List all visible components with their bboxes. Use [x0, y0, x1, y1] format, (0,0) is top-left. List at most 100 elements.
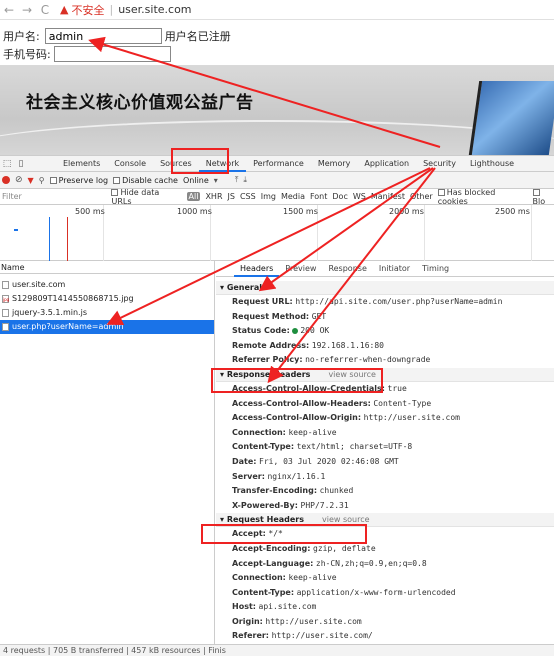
- request-item[interactable]: jpg S129809T1414550868715.jpg: [0, 292, 214, 306]
- has-blocked-cookies-checkbox[interactable]: Has blocked cookies: [437, 187, 528, 206]
- header-row: Access-Control-Allow-Origin: http://user…: [216, 411, 554, 426]
- chevron-down-icon[interactable]: ▾: [214, 176, 218, 185]
- header-key: Accept-Encoding:: [232, 543, 311, 553]
- filter-input[interactable]: Filter: [2, 192, 106, 201]
- username-input[interactable]: [44, 28, 162, 44]
- general-section-header[interactable]: ▾ General: [216, 281, 554, 295]
- type-filter-ws[interactable]: WS: [353, 192, 366, 201]
- header-value: http://user.site.com: [265, 616, 362, 626]
- disable-cache-checkbox[interactable]: Disable cache: [113, 176, 178, 185]
- preserve-log-checkbox[interactable]: Preserve log: [49, 176, 108, 185]
- blocked-requests-checkbox[interactable]: Blo: [532, 188, 554, 206]
- phone-input[interactable]: [53, 46, 171, 62]
- type-filter-media[interactable]: Media: [281, 192, 305, 201]
- insecure-label[interactable]: 不安全: [71, 2, 104, 18]
- record-icon[interactable]: [2, 176, 10, 184]
- document-file-icon: [2, 323, 9, 331]
- tab-console[interactable]: Console: [107, 156, 153, 172]
- tab-preview[interactable]: Preview: [279, 261, 322, 277]
- tab-lighthouse[interactable]: Lighthouse: [463, 156, 521, 172]
- header-key: Accept-Language:: [232, 558, 314, 568]
- header-value: keep-alive: [288, 427, 337, 437]
- filter-icon[interactable]: ▼: [28, 176, 34, 185]
- header-value: chunked: [319, 486, 354, 496]
- type-filter-font[interactable]: Font: [310, 192, 327, 201]
- header-value: keep-alive: [288, 573, 337, 583]
- throttle-select[interactable]: Online: [183, 176, 209, 185]
- header-value: nginx/1.16.1: [267, 471, 326, 481]
- address-bar: ← → C ▲ 不安全 | user.site.com: [0, 0, 554, 20]
- header-row: Referer: http://user.site.com/: [216, 629, 554, 644]
- header-row: Referrer Policy: no-referrer-when-downgr…: [216, 353, 554, 368]
- type-filter-img[interactable]: Img: [261, 192, 276, 201]
- header-value: no-referrer-when-downgrade: [305, 355, 431, 365]
- has-blocked-cookies-label: Has blocked cookies: [437, 187, 496, 206]
- network-timeline[interactable]: 500 ms 1000 ms 1500 ms 2000 ms 2500 ms: [0, 205, 554, 261]
- header-row: Status Code: 200 OK: [216, 324, 554, 339]
- request-item[interactable]: user.site.com: [0, 278, 214, 292]
- type-filter-css[interactable]: CSS: [240, 192, 256, 201]
- tab-security[interactable]: Security: [416, 156, 463, 172]
- forward-arrow-icon[interactable]: →: [18, 3, 36, 17]
- laptop-graphic: [468, 81, 554, 155]
- image-file-icon: jpg: [2, 295, 10, 303]
- tab-response[interactable]: Response: [322, 261, 372, 277]
- import-icon[interactable]: ⤒: [235, 175, 239, 185]
- tab-headers[interactable]: Headers: [234, 261, 280, 277]
- tab-timing[interactable]: Timing: [416, 261, 455, 277]
- network-toolbar: ⊘ ▼ ⚲ Preserve log Disable cache Online …: [0, 172, 554, 189]
- device-toggle-icon[interactable]: ▯: [14, 159, 28, 169]
- header-row: Origin: http://user.site.com: [216, 615, 554, 630]
- network-filterbar: Filter Hide data URLs All XHR JS CSS Img…: [0, 187, 554, 206]
- type-filter-all[interactable]: All: [186, 192, 201, 201]
- back-arrow-icon[interactable]: ←: [0, 3, 18, 17]
- tab-performance[interactable]: Performance: [246, 156, 311, 172]
- header-row: Access-Control-Allow-Headers: Content-Ty…: [216, 397, 554, 412]
- header-value: text/html; charset=UTF-8: [296, 442, 413, 452]
- export-icon[interactable]: ⤓: [243, 175, 247, 185]
- inspect-icon[interactable]: ⬚: [0, 159, 14, 169]
- type-filter-doc[interactable]: Doc: [332, 192, 347, 201]
- tick-label: 500 ms: [75, 207, 105, 216]
- username-label: 用户名:: [3, 30, 40, 43]
- hide-data-urls-checkbox[interactable]: Hide data URLs: [111, 188, 181, 206]
- dom-content-loaded-line: [49, 217, 50, 261]
- header-row: Server: nginx/1.16.1: [216, 470, 554, 485]
- name-column-header[interactable]: Name: [0, 261, 214, 274]
- header-value: api.site.com: [258, 602, 317, 612]
- url-text[interactable]: user.site.com: [118, 3, 191, 16]
- header-value: http://user.site.com: [363, 413, 460, 423]
- tab-elements[interactable]: Elements: [56, 156, 107, 172]
- header-row: Date: Fri, 03 Jul 2020 02:46:08 GMT: [216, 455, 554, 470]
- tab-application[interactable]: Application: [357, 156, 416, 172]
- network-status-bar: 4 requests | 705 B transferred | 457 kB …: [0, 644, 554, 656]
- tick-label: 1000 ms: [177, 207, 212, 216]
- header-value: 192.168.1.16:80: [311, 340, 384, 350]
- type-filter-xhr[interactable]: XHR: [205, 192, 222, 201]
- clear-icon[interactable]: ⊘: [15, 175, 23, 185]
- phone-row: 手机号码:: [3, 46, 171, 62]
- header-value: PHP/7.2.31: [300, 500, 349, 510]
- view-source-link[interactable]: view source: [322, 515, 370, 524]
- header-value: true: [387, 383, 407, 393]
- header-key: Connection:: [232, 427, 286, 437]
- general-title: General: [226, 283, 263, 292]
- type-filter-manifest[interactable]: Manifest: [371, 192, 405, 201]
- reload-icon[interactable]: C: [36, 3, 54, 17]
- annotation-box-response-headers: [211, 368, 383, 393]
- request-item-selected[interactable]: user.php?userName=admin: [0, 320, 214, 334]
- request-item[interactable]: jquery-3.5.1.min.js: [0, 306, 214, 320]
- load-line: [67, 217, 68, 261]
- hide-data-urls-label: Hide data URLs: [111, 187, 160, 206]
- header-value: http://api.site.com/user.php?userName=ad…: [295, 297, 503, 306]
- warning-icon: ▲: [60, 3, 69, 16]
- type-filter-js[interactable]: JS: [228, 192, 235, 201]
- type-filter-other[interactable]: Other: [410, 192, 433, 201]
- header-key: Connection:: [232, 573, 286, 583]
- annotation-box-network: [171, 148, 229, 174]
- tab-initiator[interactable]: Initiator: [373, 261, 416, 277]
- annotation-box-request-headers: [201, 524, 367, 544]
- search-icon[interactable]: ⚲: [39, 176, 45, 185]
- tab-memory[interactable]: Memory: [311, 156, 358, 172]
- request-name: user.php?userName=admin: [12, 322, 124, 331]
